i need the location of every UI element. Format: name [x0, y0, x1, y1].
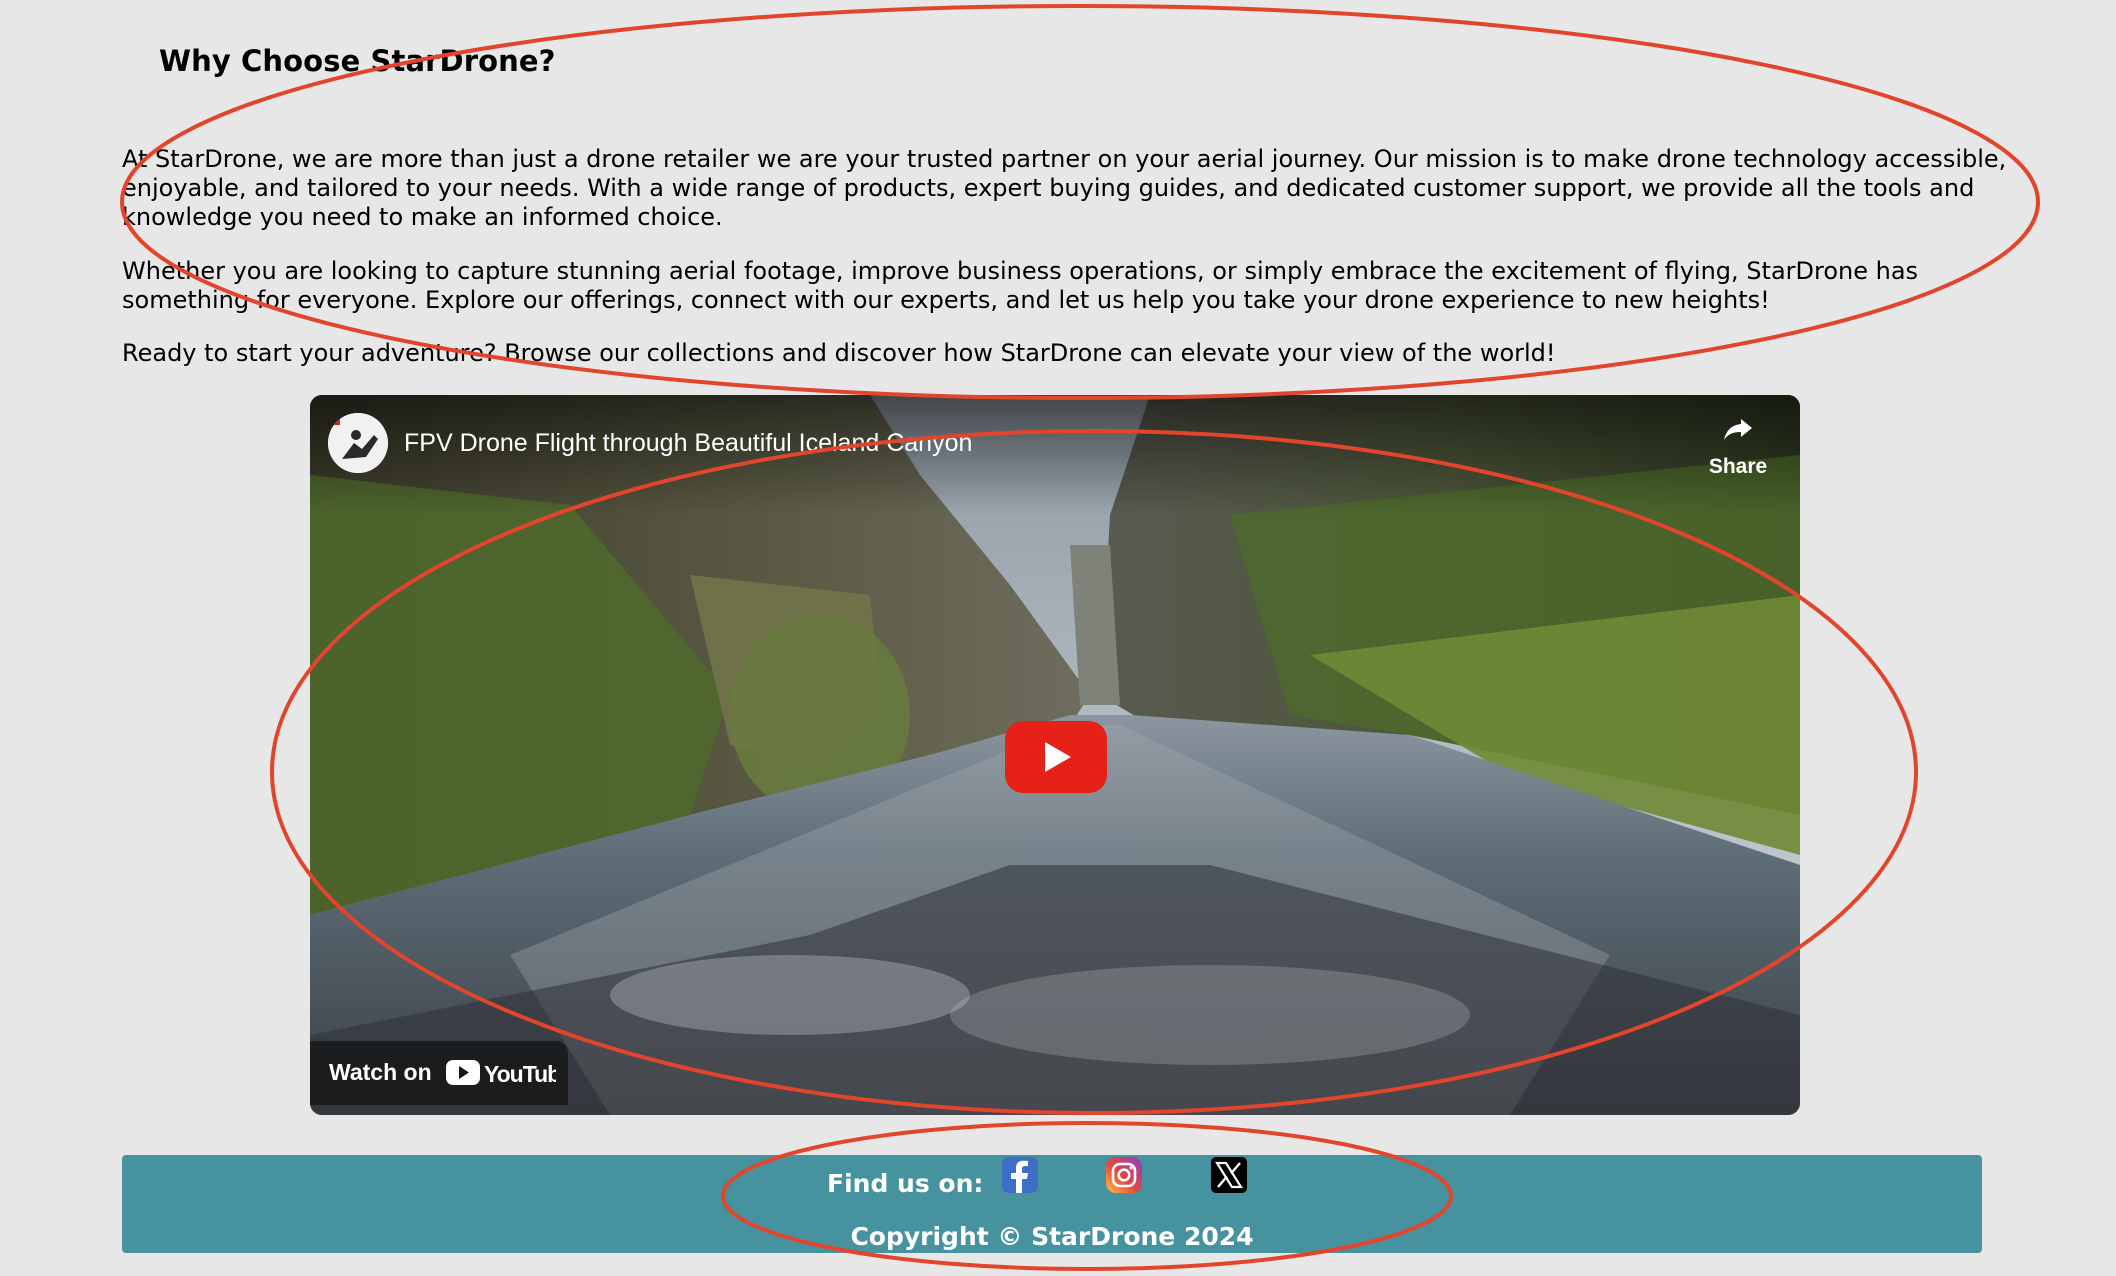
- avatar-icon: [328, 413, 388, 473]
- play-icon: [1005, 721, 1107, 793]
- x-link[interactable]: [1209, 1155, 1249, 1195]
- share-icon: [1724, 419, 1752, 440]
- instagram-icon: [1106, 1157, 1142, 1193]
- video-title[interactable]: FPV Drone Flight through Beautiful Icela…: [404, 429, 972, 458]
- about-section: Why Choose StarDrone? At StarDrone, we a…: [0, 0, 2116, 380]
- find-us-label: Find us on:: [827, 1169, 984, 1198]
- about-paragraph: At StarDrone, we are more than just a dr…: [122, 145, 2007, 231]
- youtube-logo-icon: YouTube: [446, 1060, 556, 1087]
- x-icon: [1211, 1157, 1247, 1193]
- facebook-icon: [1002, 1157, 1038, 1193]
- about-paragraph: Ready to start your adventure? Browse ou…: [122, 339, 1556, 367]
- copyright-text: Copyright © StarDrone 2024: [850, 1222, 1254, 1251]
- channel-avatar[interactable]: [328, 413, 388, 473]
- footer: Find us on: Copyright © StarDrone 2024: [122, 1155, 1982, 1253]
- share-button[interactable]: Share: [1698, 413, 1778, 493]
- instagram-link[interactable]: [1104, 1155, 1144, 1195]
- about-paragraph: Whether you are looking to capture stunn…: [122, 257, 1919, 314]
- section-heading: Why Choose StarDrone?: [159, 44, 556, 78]
- play-button[interactable]: [1005, 721, 1107, 793]
- facebook-link[interactable]: [1000, 1155, 1040, 1195]
- youtube-wordmark: YouTube: [484, 1061, 556, 1087]
- watch-on-label: Watch on: [329, 1059, 432, 1085]
- watch-on-youtube-button[interactable]: Watch on YouTube: [310, 1041, 568, 1105]
- video-embed[interactable]: FPV Drone Flight through Beautiful Icela…: [310, 395, 1800, 1115]
- share-label: Share: [1708, 455, 1768, 478]
